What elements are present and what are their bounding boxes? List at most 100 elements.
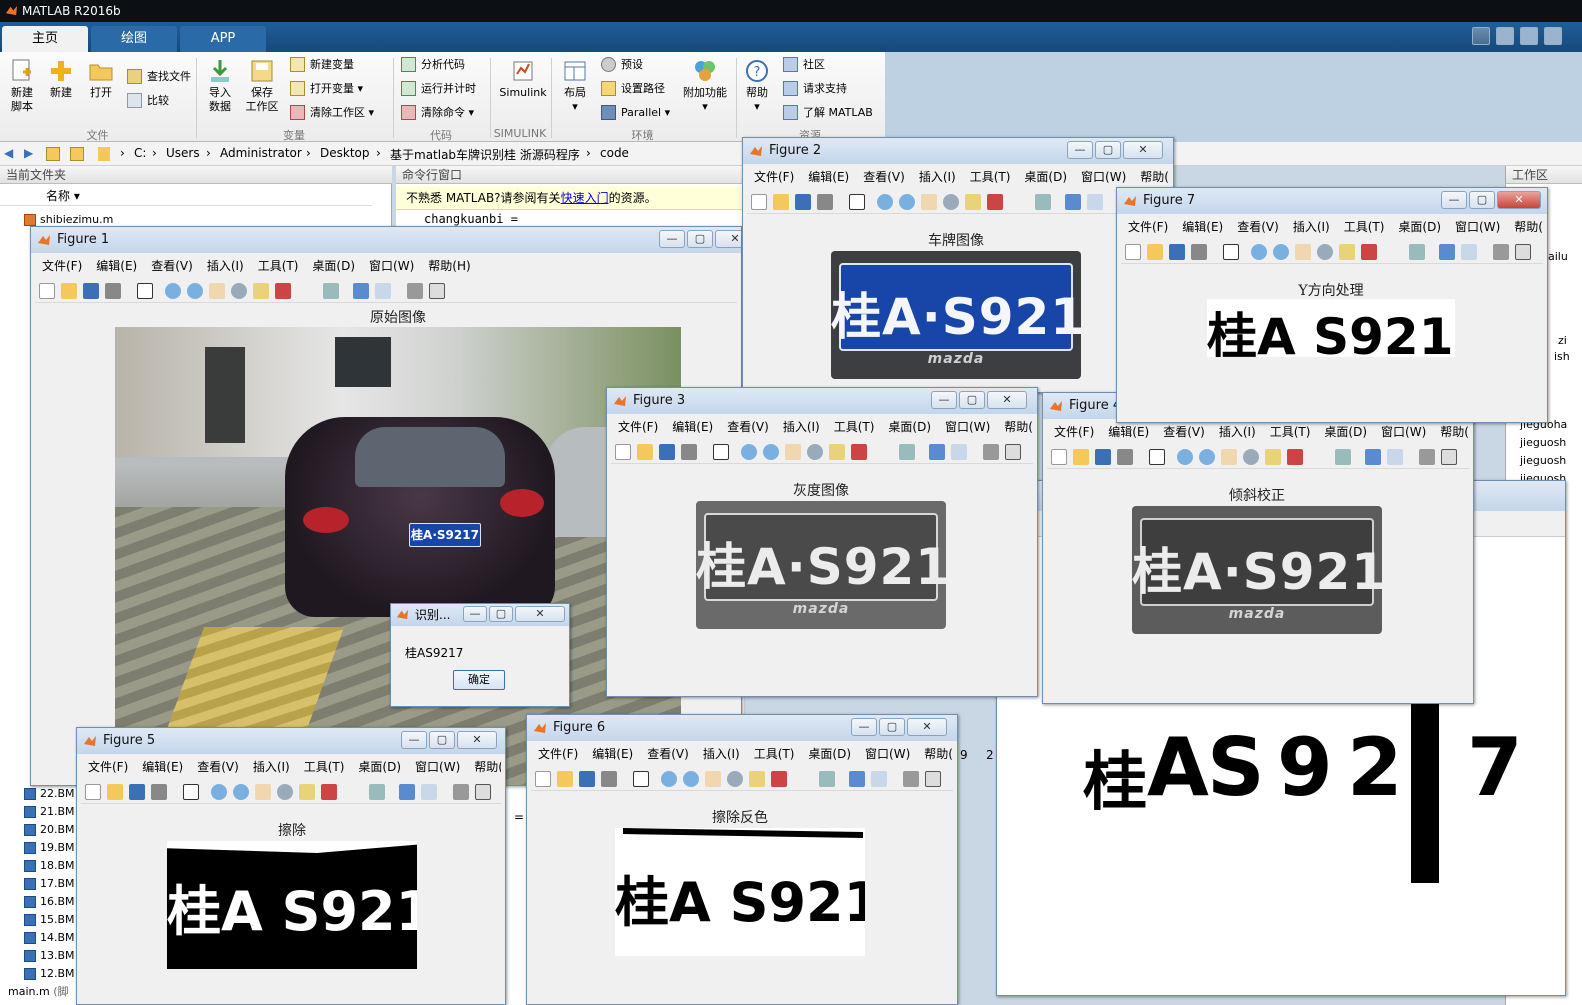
menu-help[interactable]: 帮助(H)	[1140, 170, 1169, 184]
close-button[interactable]: ✕	[987, 391, 1027, 409]
file-item[interactable]: 15.BM	[24, 912, 75, 928]
maximize-button[interactable]: ▢	[429, 731, 455, 749]
new-figure-icon[interactable]	[1125, 244, 1141, 260]
workspace-item[interactable]: ailu	[1548, 250, 1568, 263]
menu-tools[interactable]: 工具(T)	[1270, 425, 1311, 439]
menu-desktop[interactable]: 桌面(D)	[1324, 425, 1367, 439]
tab-home[interactable]: 主页	[2, 26, 88, 52]
rotate-icon[interactable]	[1317, 244, 1333, 260]
maximize-button[interactable]: ▢	[1469, 191, 1495, 209]
save-icon[interactable]	[1095, 449, 1111, 465]
data-cursor-icon[interactable]	[253, 283, 269, 299]
menu-tools[interactable]: 工具(T)	[754, 747, 795, 761]
file-item[interactable]: 17.BM	[24, 876, 75, 892]
new-figure-icon[interactable]	[1051, 449, 1067, 465]
main-file-item[interactable]: main.m (脚	[8, 984, 69, 1000]
pointer-icon[interactable]	[1149, 449, 1165, 465]
menu-file[interactable]: 文件(F)	[88, 760, 128, 774]
maximize-button[interactable]: ▢	[1095, 141, 1121, 159]
menu-view[interactable]: 查看(V)	[1237, 220, 1279, 234]
colorbar-icon[interactable]	[929, 444, 945, 460]
close-button[interactable]: ✕	[907, 718, 947, 736]
zoom-in-icon[interactable]	[877, 194, 893, 210]
menu-desktop[interactable]: 桌面(D)	[312, 259, 355, 273]
show-plot-tools-icon[interactable]	[475, 784, 491, 800]
link-icon[interactable]	[369, 784, 385, 800]
show-plot-tools-icon[interactable]	[429, 283, 445, 299]
link-icon[interactable]	[1409, 244, 1425, 260]
menu-desktop[interactable]: 桌面(D)	[808, 747, 851, 761]
zoom-in-icon[interactable]	[211, 784, 227, 800]
print-icon[interactable]	[817, 194, 833, 210]
hide-plot-tools-icon[interactable]	[407, 283, 423, 299]
maximize-button[interactable]: ▢	[959, 391, 985, 409]
file-item[interactable]: 16.BM	[24, 894, 75, 910]
legend-icon[interactable]	[871, 771, 887, 787]
menu-window[interactable]: 窗口(W)	[945, 420, 990, 434]
colorbar-icon[interactable]	[1365, 449, 1381, 465]
data-cursor-icon[interactable]	[299, 784, 315, 800]
zoom-out-icon[interactable]	[899, 194, 915, 210]
new-script-button[interactable]: 新建 脚本	[6, 58, 38, 114]
save-icon[interactable]	[1496, 27, 1514, 45]
menu-help[interactable]: 帮助(H)	[474, 760, 501, 774]
set-path-button[interactable]: 设置路径	[601, 80, 665, 98]
close-button[interactable]: ✕	[715, 230, 741, 248]
save-icon[interactable]	[83, 283, 99, 299]
zoom-out-icon[interactable]	[233, 784, 249, 800]
print-icon[interactable]	[105, 283, 121, 299]
rotate-icon[interactable]	[231, 283, 247, 299]
tab-apps[interactable]: APP	[180, 26, 266, 52]
tab-plots[interactable]: 绘图	[91, 26, 177, 52]
open-icon[interactable]	[773, 194, 789, 210]
menu-desktop[interactable]: 桌面(D)	[1024, 170, 1067, 184]
pan-icon[interactable]	[785, 444, 801, 460]
colorbar-icon[interactable]	[1439, 244, 1455, 260]
menu-help[interactable]: 帮助(H)	[1514, 220, 1543, 234]
menu-window[interactable]: 窗口(W)	[415, 760, 460, 774]
hide-plot-tools-icon[interactable]	[1493, 244, 1509, 260]
figure-7-window[interactable]: Figure 7 — ▢ ✕ 文件(F) 编辑(E) 查看(V) 插入(I) 工具(T)…	[1116, 187, 1548, 423]
pointer-icon[interactable]	[1223, 244, 1239, 260]
hide-plot-tools-icon[interactable]	[903, 771, 919, 787]
menu-view[interactable]: 查看(V)	[1163, 425, 1205, 439]
menu-window[interactable]: 窗口(W)	[1455, 220, 1500, 234]
pointer-icon[interactable]	[137, 283, 153, 299]
data-cursor-icon[interactable]	[1339, 244, 1355, 260]
zoom-in-icon[interactable]	[165, 283, 181, 299]
menu-desktop[interactable]: 桌面(D)	[1398, 220, 1441, 234]
show-plot-tools-icon[interactable]	[1005, 444, 1021, 460]
community-button[interactable]: 社区	[783, 56, 825, 74]
legend-icon[interactable]	[421, 784, 437, 800]
zoom-out-icon[interactable]	[187, 283, 203, 299]
maximize-button[interactable]: ▢	[687, 230, 713, 248]
file-item[interactable]: 13.BM	[24, 948, 75, 964]
new-figure-icon[interactable]	[535, 771, 551, 787]
menu-help[interactable]: 帮助(H)	[924, 747, 953, 761]
zoom-out-icon[interactable]	[683, 771, 699, 787]
clear-commands-button[interactable]: 清除命令 ▾	[401, 104, 474, 122]
menu-edit[interactable]: 编辑(E)	[142, 760, 183, 774]
new-figure-icon[interactable]	[39, 283, 55, 299]
legend-icon[interactable]	[1387, 449, 1403, 465]
brush-icon[interactable]	[987, 194, 1003, 210]
file-item[interactable]: 22.BM	[24, 786, 75, 802]
menu-window[interactable]: 窗口(W)	[865, 747, 910, 761]
pointer-icon[interactable]	[849, 194, 865, 210]
menu-help[interactable]: 帮助(H)	[1440, 425, 1469, 439]
data-cursor-icon[interactable]	[1265, 449, 1281, 465]
file-item[interactable]: 12.BM	[24, 966, 75, 982]
menu-file[interactable]: 文件(F)	[618, 420, 658, 434]
rotate-icon[interactable]	[1243, 449, 1259, 465]
back-arrow-icon[interactable]: ◀	[4, 146, 13, 160]
link-icon[interactable]	[1035, 194, 1051, 210]
menu-tools[interactable]: 工具(T)	[258, 259, 299, 273]
save-workspace-button[interactable]: 保存 工作区	[244, 58, 280, 114]
maximize-button[interactable]: ▢	[879, 718, 905, 736]
menu-view[interactable]: 查看(V)	[727, 420, 769, 434]
menu-insert[interactable]: 插入(I)	[919, 170, 956, 184]
maximize-button[interactable]: ▢	[489, 606, 513, 622]
show-plot-tools-icon[interactable]	[1515, 244, 1531, 260]
menu-file[interactable]: 文件(F)	[538, 747, 578, 761]
pointer-icon[interactable]	[183, 784, 199, 800]
